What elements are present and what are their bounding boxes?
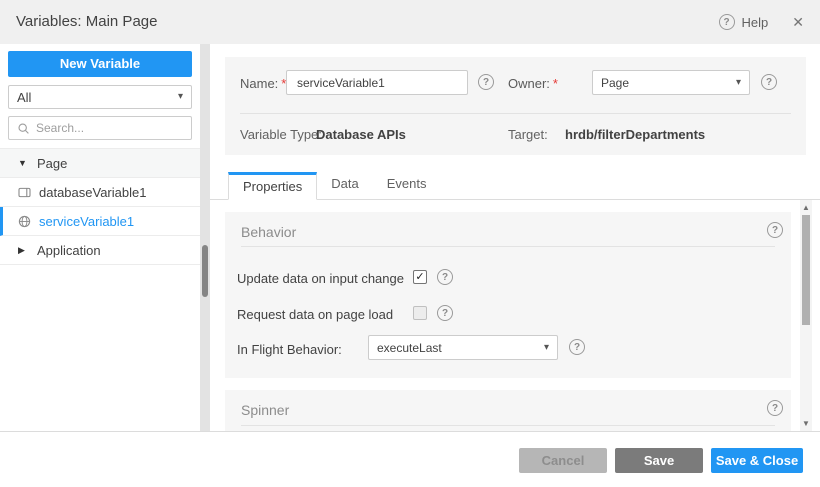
in-flight-behavior-help-icon[interactable]: ?	[569, 339, 585, 355]
owner-dropdown[interactable]: Page ▾	[592, 70, 750, 95]
variable-type-value: Database APIs	[316, 127, 406, 142]
owner-label: Owner:*	[508, 76, 558, 91]
page-title: Variables: Main Page	[16, 0, 157, 44]
help-icon[interactable]: ?	[719, 14, 735, 30]
tree-node-label: Application	[37, 243, 101, 258]
target-label: Target:	[508, 127, 548, 142]
new-variable-button[interactable]: New Variable	[8, 51, 192, 77]
name-field[interactable]	[286, 70, 468, 95]
service-variable-globe-icon	[18, 215, 31, 228]
save-and-close-button[interactable]: Save & Close	[711, 448, 803, 473]
tab-properties[interactable]: Properties	[228, 172, 317, 200]
variable-filter-dropdown[interactable]: All ▾	[8, 85, 192, 109]
scroll-down-icon[interactable]: ▼	[800, 419, 812, 428]
tree-node-service-variable[interactable]: serviceVariable1	[0, 207, 200, 236]
variable-filter-value: All	[17, 90, 31, 105]
chevron-down-icon: ▾	[178, 92, 183, 102]
owner-help-icon[interactable]: ?	[761, 74, 777, 90]
required-asterisk: *	[553, 76, 558, 91]
name-label: Name:*	[240, 76, 286, 91]
in-flight-behavior-label: In Flight Behavior:	[237, 342, 342, 357]
request-on-load-label: Request data on page load	[237, 307, 393, 322]
in-flight-behavior-value: executeLast	[377, 341, 442, 355]
search-box	[8, 116, 192, 140]
tab-bar: Properties Data Events	[210, 172, 820, 200]
expanded-triangle-icon: ▼	[18, 158, 28, 168]
variables-sidebar: New Variable All ▾ ▼ Page	[0, 44, 200, 431]
collapsed-triangle-icon: ▶	[18, 245, 28, 256]
help-link[interactable]: Help	[742, 15, 769, 30]
spinner-help-icon[interactable]: ?	[767, 400, 783, 416]
save-button[interactable]: Save	[615, 448, 703, 473]
search-input[interactable]	[36, 121, 183, 135]
variable-type-label: Variable Type:	[240, 127, 322, 142]
request-on-load-checkbox[interactable]	[413, 306, 427, 320]
tree-node-database-variable[interactable]: databaseVariable1	[0, 178, 200, 207]
header-actions: ? Help ✕	[719, 0, 804, 44]
sidebar-scrollbar-thumb[interactable]	[202, 245, 208, 297]
content-scrollbar[interactable]: ▲ ▼	[800, 200, 812, 431]
behavior-section: Behavior ? Update data on input change ✓…	[225, 212, 791, 378]
close-icon[interactable]: ✕	[792, 14, 804, 31]
properties-tab-content: Behavior ? Update data on input change ✓…	[210, 200, 820, 431]
dialog-header: Variables: Main Page ? Help ✕	[0, 0, 820, 44]
sidebar-scrollbar[interactable]	[200, 44, 210, 431]
scroll-up-icon[interactable]: ▲	[800, 203, 812, 212]
section-divider	[241, 425, 775, 426]
update-on-input-label: Update data on input change	[237, 271, 404, 286]
variables-dialog: Variables: Main Page ? Help ✕ New Variab…	[0, 0, 820, 487]
tree-node-label: serviceVariable1	[39, 214, 134, 229]
content-scrollbar-thumb[interactable]	[802, 215, 810, 325]
search-icon	[17, 122, 30, 135]
cancel-button[interactable]: Cancel	[519, 448, 607, 473]
name-help-icon[interactable]: ?	[478, 74, 494, 90]
variable-summary-panel: Name:* ? Owner:* Page ▾ ? Variable Type:…	[225, 57, 806, 155]
tab-data[interactable]: Data	[317, 171, 372, 199]
section-divider	[241, 246, 775, 247]
in-flight-behavior-dropdown[interactable]: executeLast ▾	[368, 335, 558, 360]
database-variable-icon	[18, 187, 31, 198]
owner-value: Page	[601, 76, 629, 90]
behavior-section-title: Behavior	[241, 224, 296, 240]
form-divider	[240, 113, 791, 114]
tree-node-application[interactable]: ▶ Application	[0, 236, 200, 265]
request-on-load-help-icon[interactable]: ?	[437, 305, 453, 321]
update-on-input-checkbox[interactable]: ✓	[413, 270, 427, 284]
chevron-down-icon: ▾	[544, 343, 549, 353]
chevron-down-icon: ▾	[736, 78, 741, 88]
behavior-help-icon[interactable]: ?	[767, 222, 783, 238]
spinner-section-title: Spinner	[241, 402, 289, 418]
tab-events[interactable]: Events	[373, 171, 441, 199]
update-on-input-help-icon[interactable]: ?	[437, 269, 453, 285]
tree-node-page[interactable]: ▼ Page	[0, 149, 200, 178]
spinner-section: Spinner ?	[225, 390, 791, 431]
target-value: hrdb/filterDepartments	[565, 127, 705, 142]
tree-node-label: databaseVariable1	[39, 185, 146, 200]
dialog-footer: Cancel Save Save & Close	[0, 431, 820, 487]
variables-tree: ▼ Page databaseVariable1	[0, 148, 200, 265]
tree-node-label: Page	[37, 156, 67, 171]
